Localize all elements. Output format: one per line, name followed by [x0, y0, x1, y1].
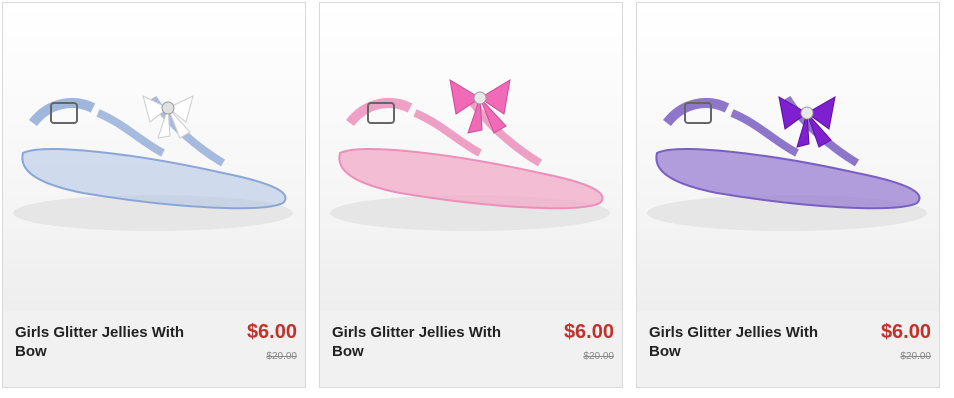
- product-image[interactable]: [320, 3, 622, 311]
- sandal-image: [13, 95, 293, 231]
- sale-price: $6.00: [563, 321, 614, 343]
- product-card[interactable]: Girls Glitter Jellies With Bow $6.00 $20…: [636, 2, 940, 388]
- product-image[interactable]: [637, 3, 939, 311]
- original-price: $20.00: [266, 351, 297, 362]
- sale-price: $6.00: [880, 321, 931, 343]
- product-info: Girls Glitter Jellies With Bow $6.00 $20…: [3, 311, 305, 387]
- original-price: $20.00: [583, 351, 614, 362]
- product-image[interactable]: [3, 3, 305, 311]
- product-info: Girls Glitter Jellies With Bow $6.00 $20…: [320, 311, 622, 387]
- product-title[interactable]: Girls Glitter Jellies With Bow: [649, 323, 839, 361]
- sandal-image: [647, 95, 927, 231]
- product-grid: Girls Glitter Jellies With Bow $6.00 $20…: [0, 0, 954, 398]
- sandal-image: [330, 79, 610, 231]
- original-price: $20.00: [900, 351, 931, 362]
- product-card[interactable]: Girls Glitter Jellies With Bow $6.00 $20…: [2, 2, 306, 388]
- product-title[interactable]: Girls Glitter Jellies With Bow: [332, 323, 522, 361]
- product-title[interactable]: Girls Glitter Jellies With Bow: [15, 323, 205, 361]
- product-card[interactable]: Girls Glitter Jellies With Bow $6.00 $20…: [319, 2, 623, 388]
- product-info: Girls Glitter Jellies With Bow $6.00 $20…: [637, 311, 939, 387]
- sale-price: $6.00: [246, 321, 297, 343]
